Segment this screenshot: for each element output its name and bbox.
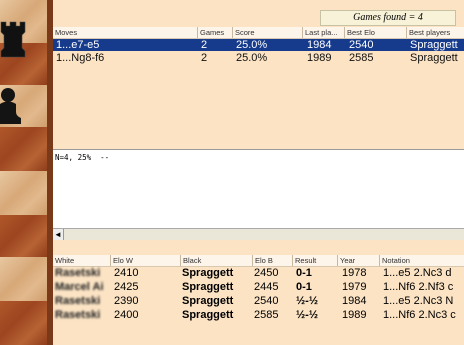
column-header-notation[interactable]: Notation xyxy=(380,255,464,266)
last-played-cell: 1984 xyxy=(307,39,332,51)
column-header-year[interactable]: Year xyxy=(338,255,380,266)
column-header-best-elo[interactable]: Best Elo xyxy=(345,27,407,38)
board-square[interactable] xyxy=(0,301,47,345)
year-cell: 1984 xyxy=(342,295,367,307)
move-row[interactable]: 1...e7-e5 2 25.0% 1984 2540 Spraggett xyxy=(53,39,464,51)
column-header-elo-black[interactable]: Elo B xyxy=(253,255,293,266)
games-cell: 2 xyxy=(201,39,208,51)
black-pawn-icon[interactable] xyxy=(0,86,26,126)
statistics-text-area[interactable]: N=4, 25% -- xyxy=(53,149,464,229)
score-cell: 25.0% xyxy=(236,39,268,51)
column-header-last-played[interactable]: Last pla... xyxy=(303,27,345,38)
black-player-cell: Spraggett xyxy=(182,295,234,307)
notation-cell: 1...e5 2.Nc3 N xyxy=(383,295,454,307)
black-player-cell: Spraggett xyxy=(182,309,234,321)
column-header-elo-white[interactable]: Elo W xyxy=(111,255,181,266)
games-found-label: Games found = 4 xyxy=(320,10,456,26)
white-player-cell: Rasetski xyxy=(55,309,101,321)
games-cell: 2 xyxy=(201,52,208,64)
games-table: Rasetski 2410 Spraggett 2450 0-1 1978 1.… xyxy=(53,267,464,345)
column-header-result[interactable]: Result xyxy=(293,255,338,266)
notation-cell: 1...Nf6 2.Nc3 c xyxy=(383,309,456,321)
white-player-cell: Rasetski xyxy=(55,267,101,279)
elo-white-cell: 2390 xyxy=(114,295,139,307)
result-cell: 0-1 xyxy=(296,281,312,293)
tree-panel: Games found = 4 Moves Games Score Last p… xyxy=(53,0,464,345)
black-player-cell: Spraggett xyxy=(182,281,234,293)
game-row[interactable]: Marcel Ai 2425 Spraggett 2445 0-1 1979 1… xyxy=(53,281,464,294)
column-header-score[interactable]: Score xyxy=(233,27,303,38)
elo-white-cell: 2425 xyxy=(114,281,139,293)
year-cell: 1978 xyxy=(342,267,367,279)
scroll-left-arrow-icon[interactable]: ◄ xyxy=(53,229,64,240)
move-cell: 1...Ng8-f6 xyxy=(56,52,105,64)
board-square[interactable] xyxy=(0,127,47,171)
notation-cell: 1...e5 2.Nc3 d xyxy=(383,267,452,279)
column-header-games[interactable]: Games xyxy=(198,27,233,38)
year-cell: 1989 xyxy=(342,309,367,321)
elo-black-cell: 2450 xyxy=(254,267,279,279)
game-row[interactable]: Rasetski 2410 Spraggett 2450 0-1 1978 1.… xyxy=(53,267,464,280)
last-played-cell: 1989 xyxy=(307,52,332,64)
board-square[interactable] xyxy=(0,257,47,301)
game-row[interactable]: Rasetski 2390 Spraggett 2540 ½-½ 1984 1.… xyxy=(53,295,464,308)
chess-board[interactable] xyxy=(0,0,47,345)
result-cell: 0-1 xyxy=(296,267,312,279)
game-row[interactable]: Rasetski 2400 Spraggett 2585 ½-½ 1989 1.… xyxy=(53,309,464,322)
result-cell: ½-½ xyxy=(296,295,319,307)
elo-white-cell: 2400 xyxy=(114,309,139,321)
white-player-cell: Marcel Ai xyxy=(55,281,104,293)
panel-spacer xyxy=(53,240,464,255)
column-header-moves[interactable]: Moves xyxy=(53,27,198,38)
elo-black-cell: 2445 xyxy=(254,281,279,293)
best-elo-cell: 2540 xyxy=(349,39,374,51)
best-player-cell: Spraggett xyxy=(410,52,458,64)
year-cell: 1979 xyxy=(342,281,367,293)
move-row[interactable]: 1...Ng8-f6 2 25.0% 1989 2585 Spraggett xyxy=(53,52,464,64)
white-player-cell: Rasetski xyxy=(55,295,101,307)
elo-black-cell: 2585 xyxy=(254,309,279,321)
best-player-cell: Spraggett xyxy=(410,39,458,51)
moves-table-header: Moves Games Score Last pla... Best Elo B… xyxy=(53,27,464,39)
black-player-cell: Spraggett xyxy=(182,267,234,279)
games-table-header: White Elo W Black Elo B Result Year Nota… xyxy=(53,255,464,267)
column-header-white[interactable]: White xyxy=(53,255,111,266)
board-square[interactable] xyxy=(0,171,47,215)
move-cell: 1...e7-e5 xyxy=(56,39,100,51)
elo-white-cell: 2410 xyxy=(114,267,139,279)
notation-cell: 1...Nf6 2.Nf3 c xyxy=(383,281,454,293)
best-elo-cell: 2585 xyxy=(349,52,374,64)
score-cell: 25.0% xyxy=(236,52,268,64)
result-cell: ½-½ xyxy=(296,309,319,321)
statistics-text: N=4, 25% -- xyxy=(55,153,110,162)
black-rook-icon[interactable] xyxy=(0,18,26,58)
moves-table: 1...e7-e5 2 25.0% 1984 2540 Spraggett 1.… xyxy=(53,39,464,149)
board-square[interactable] xyxy=(0,215,47,257)
column-header-best-players[interactable]: Best players xyxy=(407,27,464,38)
column-header-black[interactable]: Black xyxy=(181,255,253,266)
elo-black-cell: 2540 xyxy=(254,295,279,307)
